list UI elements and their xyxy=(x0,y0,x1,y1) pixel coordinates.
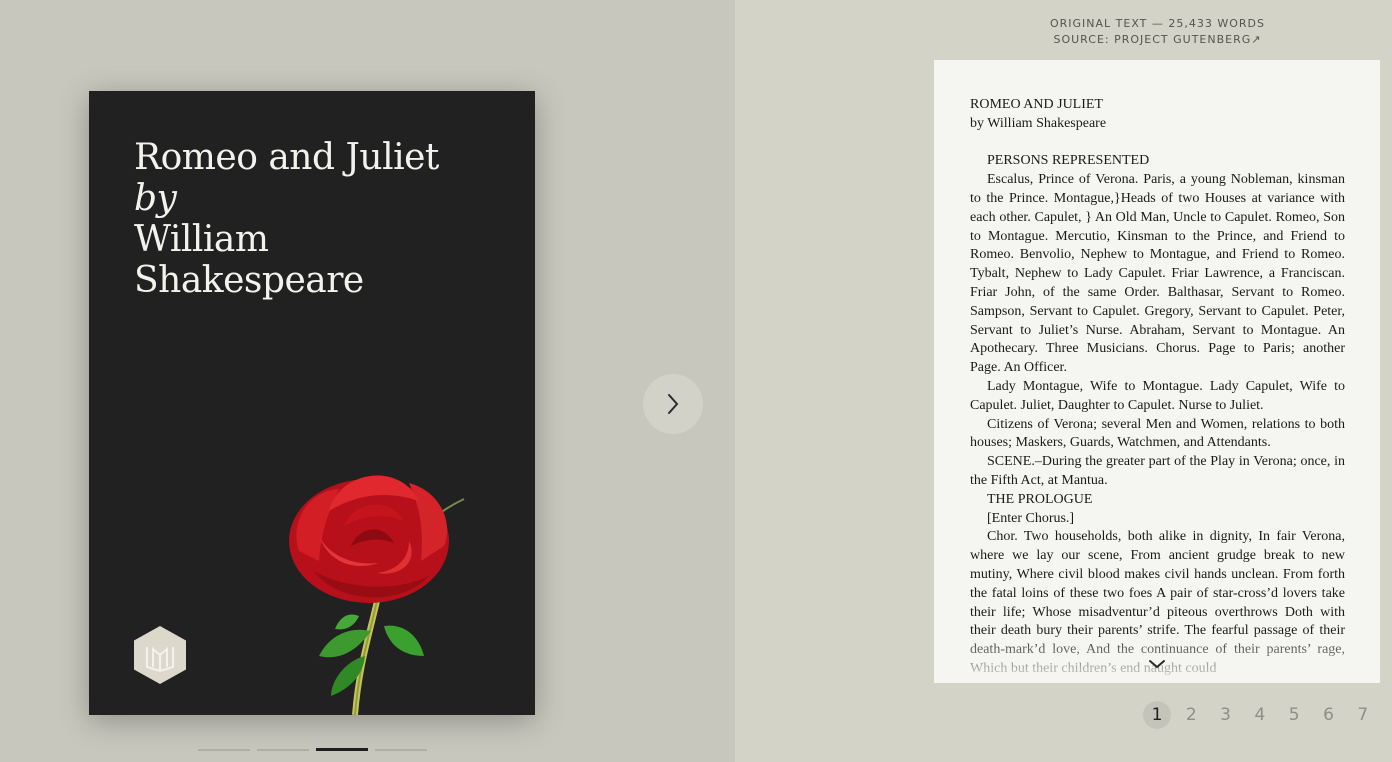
paragraph: [Enter Chorus.] xyxy=(987,510,1075,526)
cover-author-last: Shakespeare xyxy=(134,260,364,301)
paragraph: Lady Montague, Wife to Montague. Lady Ca… xyxy=(970,378,1345,413)
carousel-dot[interactable] xyxy=(257,749,309,751)
book-cover[interactable]: Romeo and Juliet by William Shakespeare xyxy=(89,91,535,715)
page-number[interactable]: 8 xyxy=(1383,701,1392,729)
paragraph: Citizens of Verona; several Men and Wome… xyxy=(970,416,1345,451)
page-number[interactable]: 3 xyxy=(1212,701,1240,729)
page-text: ROMEO AND JULIET by William Shakespeare … xyxy=(970,96,1345,679)
next-cover-button[interactable] xyxy=(643,374,703,434)
page-number[interactable]: 5 xyxy=(1280,701,1308,729)
source-label: SOURCE: PROJECT GUTENBERG xyxy=(1053,33,1252,46)
source-link[interactable]: SOURCE: PROJECT GUTENBERG↗ xyxy=(1053,33,1261,46)
word-count: ORIGINAL TEXT — 25,433 WORDS xyxy=(1049,17,1266,30)
paragraph: PERSONS REPRESENTED xyxy=(987,153,1150,169)
carousel-dot-active[interactable] xyxy=(316,748,368,751)
page-number[interactable]: 4 xyxy=(1246,701,1274,729)
paragraph: SCENE.–During the greater part of the Pl… xyxy=(970,454,1345,488)
carousel-dot[interactable] xyxy=(198,749,250,751)
page-fade xyxy=(934,631,1380,683)
carousel-dot[interactable] xyxy=(375,749,427,751)
book-logo-icon xyxy=(134,626,186,684)
cover-title-by: by xyxy=(134,178,177,219)
cover-title: Romeo and Juliet by William Shakespeare xyxy=(134,137,494,301)
page-heading-title: ROMEO AND JULIET xyxy=(970,97,1103,112)
cover-author-first: William xyxy=(134,219,269,260)
page-pagination: 1 2 3 4 5 6 7 8 xyxy=(1143,700,1392,729)
text-metadata: ORIGINAL TEXT — 25,433 WORDS SOURCE: PRO… xyxy=(960,16,1355,48)
page-number[interactable]: 6 xyxy=(1314,701,1342,729)
page-number[interactable]: 7 xyxy=(1349,701,1377,729)
chevron-right-icon xyxy=(668,394,679,414)
text-page[interactable]: ROMEO AND JULIET by William Shakespeare … xyxy=(934,60,1380,683)
chevron-down-icon[interactable] xyxy=(1148,658,1166,670)
page-heading-author: by William Shakespeare xyxy=(970,115,1107,131)
paragraph: Escalus, Prince of Verona. Paris, a youn… xyxy=(970,172,1345,376)
carousel-indicators xyxy=(198,748,427,752)
page-number-active[interactable]: 1 xyxy=(1143,700,1171,729)
cover-panel: Romeo and Juliet by William Shakespeare xyxy=(0,0,735,762)
cover-title-main: Romeo and Juliet xyxy=(134,137,439,178)
paragraph: THE PROLOGUE xyxy=(987,491,1093,507)
external-link-icon: ↗ xyxy=(1251,33,1262,46)
page-number[interactable]: 2 xyxy=(1177,701,1205,729)
rose-illustration xyxy=(289,475,465,715)
